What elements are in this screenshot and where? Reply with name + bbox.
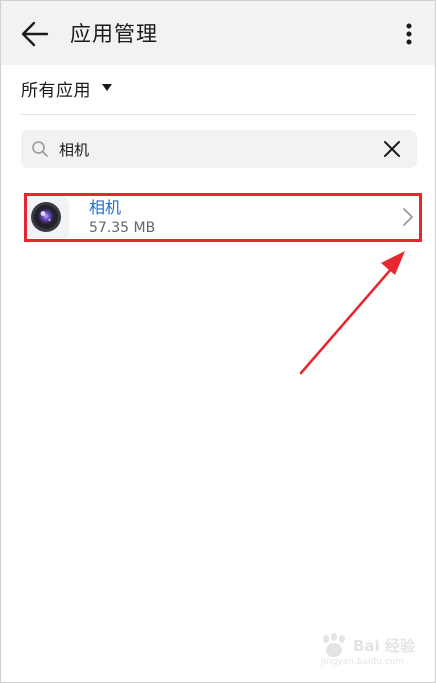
annotation-arrow	[299, 251, 405, 375]
baidu-watermark: Bai 经验 jingyan.baidu.com	[317, 633, 417, 673]
app-size: 57.35 MB	[89, 220, 156, 236]
arrow-left-icon[interactable]	[19, 19, 51, 49]
page-title: 应用管理	[70, 22, 158, 46]
close-icon[interactable]	[381, 138, 403, 160]
divider	[21, 114, 417, 115]
search-input[interactable]	[59, 134, 369, 164]
top-app-bar: 应用管理	[1, 1, 435, 65]
watermark-text: Bai 经验	[353, 637, 415, 655]
paw-icon	[323, 633, 345, 657]
watermark-url: jingyan.baidu.com	[321, 657, 405, 667]
filter-label: 所有应用	[21, 80, 91, 101]
app-name: 相机	[89, 198, 122, 217]
more-vertical-icon[interactable]	[399, 19, 419, 49]
app-manager-screen: 应用管理 所有应用 相机 相机 57.35 MB Bai 经验 jingyan.…	[0, 0, 436, 683]
app-filter-dropdown[interactable]: 所有应用	[21, 73, 113, 103]
caret-down-icon	[102, 84, 112, 91]
app-list-item[interactable]: 相机 57.35 MB	[23, 191, 413, 243]
chevron-right-icon	[403, 208, 413, 226]
camera-app-icon	[25, 196, 69, 240]
search-icon	[32, 141, 48, 157]
search-bar	[21, 130, 417, 168]
